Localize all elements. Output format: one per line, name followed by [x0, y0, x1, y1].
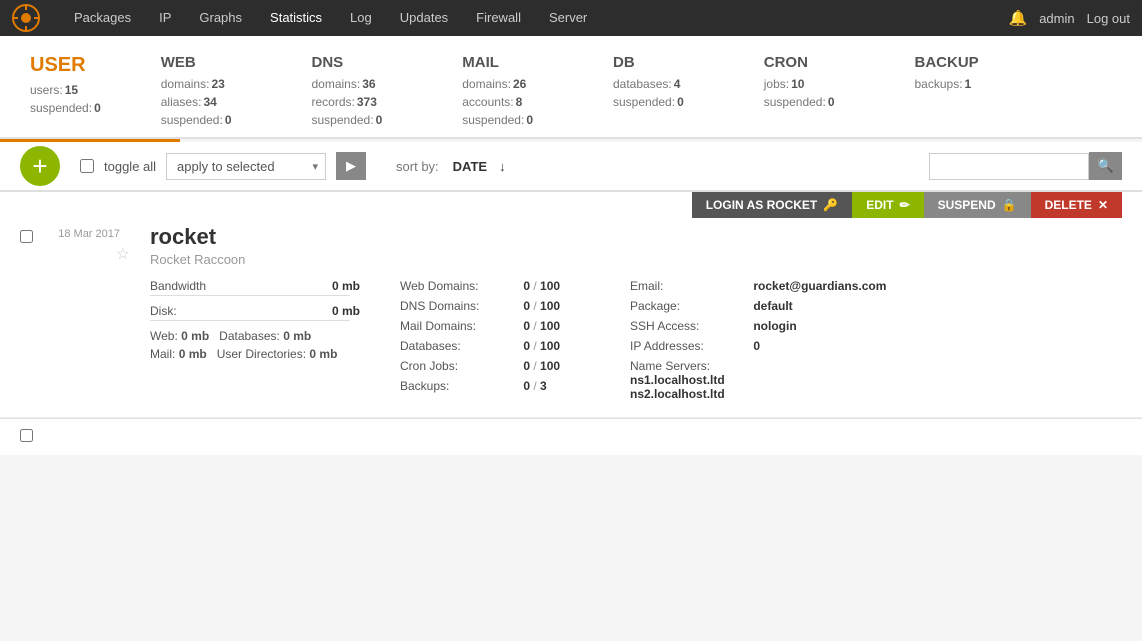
cron-stats: CRON jobs:10 suspended:0	[764, 54, 835, 127]
bandwidth-label: Bandwidth	[150, 279, 206, 293]
navbar-right: 🔔 admin Log out	[1009, 9, 1130, 27]
apply-select-wrap: apply to selected suspend unsuspend dele…	[166, 153, 326, 180]
apply-select[interactable]: apply to selected suspend unsuspend dele…	[166, 153, 326, 180]
user-stats: USER users:15 suspended:0	[30, 54, 101, 127]
nameserver-row: Name Servers: ns1.localhost.ltd ns2.loca…	[630, 359, 910, 401]
nav-links: Packages IP Graphs Statistics Log Update…	[60, 0, 1009, 36]
nav-ip[interactable]: IP	[145, 0, 185, 36]
nav-updates[interactable]: Updates	[386, 0, 462, 36]
delete-label: DELETE	[1045, 198, 1092, 212]
star-icon[interactable]: ☆	[40, 244, 130, 264]
stats-header: USER users:15 suspended:0 WEB domains:23…	[0, 36, 1142, 139]
action-bar: LOGIN AS ROCKET 🔑 EDIT ✏ SUSPEND 🔒 DELET…	[692, 192, 1122, 218]
databases: Databases: 0 / 100	[400, 339, 600, 353]
dns-domains: DNS Domains: 0 / 100	[400, 299, 600, 313]
login-as-button[interactable]: LOGIN AS ROCKET 🔑	[692, 192, 853, 218]
disk-label: Disk:	[150, 304, 177, 318]
navbar: Packages IP Graphs Statistics Log Update…	[0, 0, 1142, 36]
web-label: Web: 0 mb	[150, 329, 209, 343]
db-stats: DB databases:4 suspended:0	[613, 54, 684, 127]
edit-label: EDIT	[866, 198, 893, 212]
toggle-all-label: toggle all	[104, 159, 156, 174]
toggle-all-checkbox[interactable]	[80, 159, 94, 173]
nav-firewall[interactable]: Firewall	[462, 0, 535, 36]
key-icon: 🔑	[823, 198, 838, 212]
lock-icon: 🔒	[1002, 198, 1017, 212]
user-title: USER	[30, 54, 101, 77]
user-checkbox[interactable]	[20, 230, 33, 243]
pencil-icon: ✏	[900, 198, 910, 212]
databases-label: Databases: 0 mb	[219, 329, 311, 343]
ip-row: IP Addresses: 0	[630, 339, 910, 353]
login-as-label: LOGIN AS ROCKET	[706, 198, 818, 212]
nav-packages[interactable]: Packages	[60, 0, 145, 36]
dns-stats: DNS domains:36 records:373 suspended:0	[312, 54, 383, 127]
sort-arrow-icon[interactable]: ↓	[499, 159, 506, 174]
cron-jobs: Cron Jobs: 0 / 100	[400, 359, 600, 373]
nav-log[interactable]: Log	[336, 0, 386, 36]
user-row: LOGIN AS ROCKET 🔑 EDIT ✏ SUSPEND 🔒 DELET…	[0, 192, 1142, 418]
mail-domains: Mail Domains: 0 / 100	[400, 319, 600, 333]
apply-go-button[interactable]: ▶	[336, 152, 366, 180]
ssh-row: SSH Access: nologin	[630, 319, 910, 333]
package-row: Package: default	[630, 299, 910, 313]
user-list: LOGIN AS ROCKET 🔑 EDIT ✏ SUSPEND 🔒 DELET…	[0, 192, 1142, 418]
nav-statistics[interactable]: Statistics	[256, 0, 336, 36]
mail-label: Mail: 0 mb	[150, 347, 207, 361]
backups: Backups: 0 / 3	[400, 379, 600, 393]
web-domains: Web Domains: 0 / 100	[400, 279, 600, 293]
nav-graphs[interactable]: Graphs	[185, 0, 256, 36]
toolbar: + toggle all apply to selected suspend u…	[0, 142, 1142, 191]
add-user-button[interactable]: +	[20, 146, 60, 186]
user-dirs-label: User Directories: 0 mb	[217, 347, 338, 361]
logo[interactable]	[12, 4, 40, 32]
mail-stats: MAIL domains:26 accounts:8 suspended:0	[462, 54, 533, 127]
admin-label: admin	[1039, 11, 1074, 26]
bell-icon[interactable]: 🔔	[1009, 9, 1028, 27]
disk-value: 0 mb	[332, 304, 360, 318]
search-icon: 🔍	[1097, 158, 1114, 173]
edit-button[interactable]: EDIT ✏	[852, 192, 923, 218]
logout-link[interactable]: Log out	[1087, 11, 1130, 26]
times-icon: ✕	[1098, 198, 1108, 212]
search-input[interactable]	[929, 153, 1089, 180]
delete-button[interactable]: DELETE ✕	[1031, 192, 1122, 218]
suspend-button[interactable]: SUSPEND 🔒	[924, 192, 1031, 218]
sort-label: sort by:	[396, 159, 439, 174]
user-suspended: suspended:0	[30, 101, 101, 115]
username: rocket	[150, 224, 1122, 250]
search-button[interactable]: 🔍	[1089, 152, 1122, 180]
search-wrap: 🔍	[929, 152, 1122, 180]
web-stats: WEB domains:23 aliases:34 suspended:0	[161, 54, 232, 127]
user-date: 18 Mar 2017	[40, 228, 120, 240]
user-fullname: Rocket Raccoon	[150, 252, 1122, 267]
bottom-checkbox-row	[0, 418, 1142, 455]
nav-server[interactable]: Server	[535, 0, 601, 36]
sort-value: DATE	[453, 159, 487, 174]
suspend-label: SUSPEND	[938, 198, 996, 212]
bandwidth-value: 0 mb	[332, 279, 360, 293]
email-row: Email: rocket@guardians.com	[630, 279, 910, 293]
user-count: users:15	[30, 83, 101, 97]
bottom-checkbox[interactable]	[20, 429, 33, 442]
backup-stats: BACKUP backups:1	[915, 54, 979, 127]
